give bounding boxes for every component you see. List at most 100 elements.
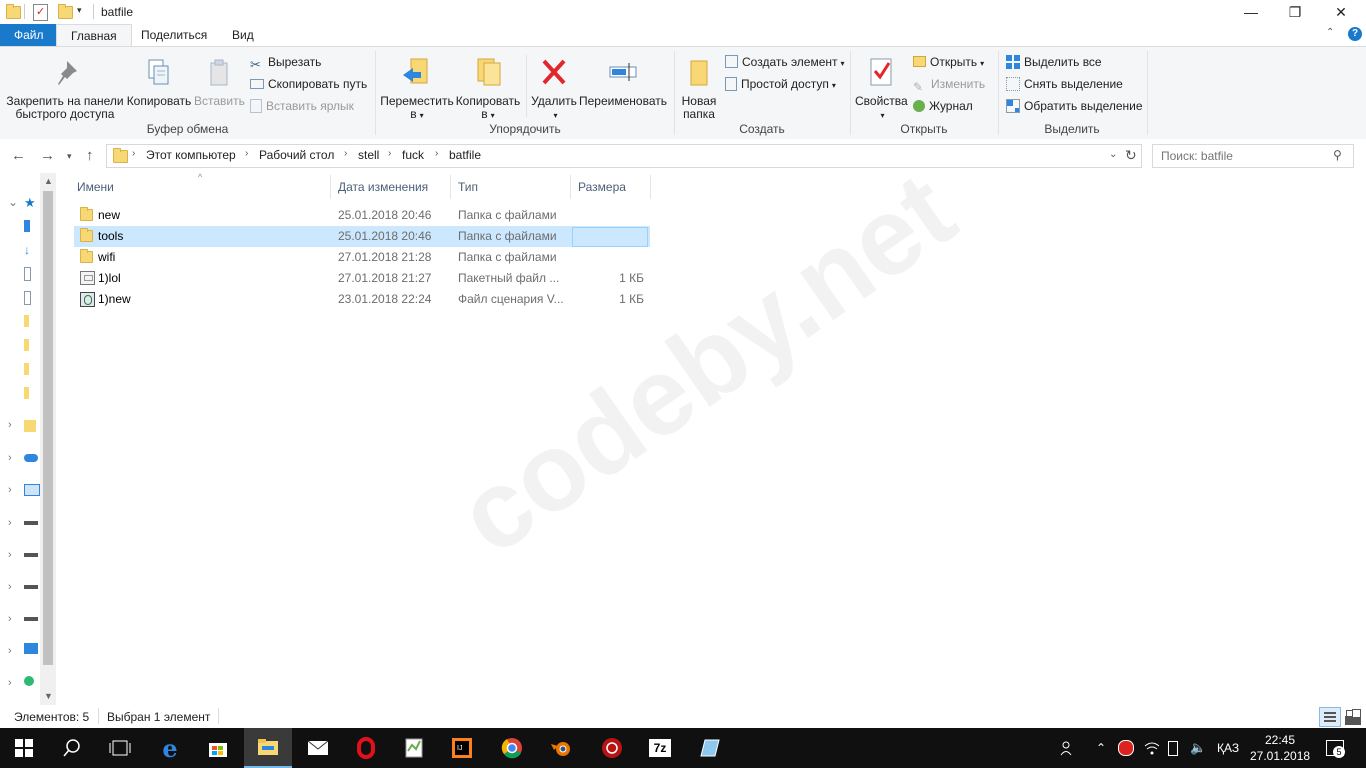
help-icon[interactable]: ? (1348, 27, 1362, 41)
this-pc-icon[interactable] (24, 484, 40, 496)
column-header-date[interactable]: Дата изменения (338, 180, 428, 194)
expand-chevron-icon[interactable]: › (8, 645, 12, 657)
forward-arrow-icon[interactable]: → (40, 147, 55, 164)
back-arrow-icon[interactable]: ← (11, 147, 26, 164)
history-button[interactable]: Журнал (913, 96, 973, 116)
easy-access-button[interactable]: Простой доступ ▾ (725, 74, 836, 94)
expand-chevron-icon[interactable]: › (8, 484, 12, 496)
minimize-button[interactable]: — (1228, 0, 1274, 24)
select-none-button[interactable]: Снять выделение (1006, 74, 1123, 94)
expand-chevron-icon[interactable]: › (8, 677, 12, 689)
homegroup-icon[interactable] (24, 676, 34, 686)
store-icon[interactable] (194, 728, 242, 768)
tray-app-red-icon[interactable] (1118, 728, 1134, 768)
address-dropdown-icon[interactable]: ⌄ (1109, 149, 1117, 160)
tab-share[interactable]: Поделиться (127, 24, 221, 46)
column-header-name[interactable]: Имени (77, 180, 114, 194)
move-to-button[interactable]: Переместить в ▾ (380, 57, 454, 122)
action-center-icon[interactable]: 5 (1326, 728, 1345, 768)
column-header-type[interactable]: Тип (458, 180, 478, 194)
properties-button[interactable]: Свойства ▾ (855, 57, 908, 122)
expand-chevron-icon[interactable]: › (8, 419, 12, 431)
file-row[interactable]: 1)new 23.01.2018 22:24 Файл сценария V..… (74, 289, 650, 310)
select-all-button[interactable]: Выделить все (1006, 52, 1102, 72)
opera-icon[interactable] (342, 728, 390, 768)
breadcrumb-fuck[interactable]: fuck (402, 148, 424, 162)
breadcrumb-this-pc[interactable]: Этот компьютер (146, 148, 236, 162)
wifi-icon[interactable] (1144, 728, 1160, 768)
app-red-icon[interactable] (588, 728, 636, 768)
pictures-pin-icon[interactable] (24, 291, 31, 305)
onedrive-cloud-icon[interactable] (24, 454, 38, 462)
notepad-plus-icon[interactable] (390, 728, 438, 768)
drive-icon[interactable] (24, 521, 38, 525)
tab-home[interactable]: Главная (56, 24, 132, 47)
desktop-pin-icon[interactable] (24, 220, 30, 232)
breadcrumb-desktop[interactable]: Рабочий стол (259, 148, 334, 162)
quick-access-dropdown-icon[interactable]: ▾ (77, 5, 82, 16)
people-icon[interactable] (1060, 728, 1076, 768)
file-row[interactable]: new 25.01.2018 20:46 Папка с файлами (74, 205, 650, 226)
drive-icon[interactable] (24, 553, 38, 557)
drive-icon[interactable] (24, 585, 38, 589)
task-view-icon[interactable] (96, 728, 144, 768)
refresh-icon[interactable]: ↻ (1125, 147, 1137, 164)
new-item-button[interactable]: Создать элемент ▾ (725, 52, 845, 72)
documents-pin-icon[interactable] (24, 267, 31, 281)
rename-button[interactable]: Переименовать (578, 57, 668, 108)
file-explorer-icon[interactable] (244, 728, 292, 768)
expand-chevron-icon[interactable]: › (8, 452, 12, 464)
file-row-selected[interactable]: tools 25.01.2018 20:46 Папка с файлами (74, 226, 650, 247)
cut-button[interactable]: ✂ Вырезать (250, 52, 321, 72)
copy-to-button[interactable]: Копировать в ▾ (454, 57, 522, 122)
column-header-size[interactable]: Размера (578, 180, 626, 194)
copy-button[interactable]: Копировать (126, 57, 192, 108)
battery-icon[interactable] (1168, 728, 1178, 768)
scroll-up-icon[interactable]: ▲ (44, 176, 53, 186)
folder-pin-icon[interactable] (24, 363, 29, 375)
chrome-icon[interactable] (488, 728, 536, 768)
close-button[interactable]: ✕ (1318, 0, 1364, 24)
maximize-button[interactable]: ❐ (1272, 0, 1318, 24)
tab-view[interactable]: Вид (218, 24, 268, 46)
blender-icon[interactable] (538, 728, 586, 768)
search-box[interactable]: ⚲ (1152, 144, 1354, 168)
search-input[interactable] (1159, 147, 1333, 165)
folder-pin-icon[interactable] (24, 339, 29, 351)
details-view-icon[interactable] (1319, 707, 1341, 727)
app-blue-icon[interactable] (686, 728, 734, 768)
navigation-pane-scrollbar[interactable]: ▲ ▼ (40, 173, 56, 705)
expand-quick-access-icon[interactable]: ⌄ (8, 195, 18, 209)
open-button[interactable]: Открыть ▾ (913, 52, 984, 72)
pin-quick-access-button[interactable]: Закрепить на панели быстрого доступа (4, 57, 126, 121)
downloads-pin-icon[interactable]: ↓ (24, 243, 38, 257)
expand-chevron-icon[interactable]: › (8, 549, 12, 561)
quick-access-star-icon[interactable]: ★ (24, 195, 38, 210)
new-folder-quick-icon[interactable] (58, 4, 73, 19)
breadcrumb-stell[interactable]: stell (358, 148, 379, 162)
scrollbar-thumb[interactable] (43, 191, 53, 665)
invert-selection-button[interactable]: Обратить выделение (1006, 96, 1143, 116)
expand-chevron-icon[interactable]: › (8, 613, 12, 625)
address-bar[interactable]: › Этот компьютер › Рабочий стол › stell … (106, 144, 1142, 168)
clock[interactable]: 22:45 27.01.2018 (1250, 730, 1310, 766)
collapse-ribbon-icon[interactable]: ⌃ (1326, 27, 1334, 38)
folder-pin-icon[interactable] (24, 315, 29, 327)
volume-icon[interactable]: 🔈 (1190, 728, 1206, 768)
up-arrow-icon[interactable]: ↑ (86, 147, 94, 164)
delete-button[interactable]: Удалить ▾ (530, 57, 578, 122)
paste-button[interactable]: Вставить (194, 57, 245, 108)
edit-button[interactable]: ✎ Изменить (913, 74, 985, 94)
tab-file[interactable]: Файл (0, 24, 56, 46)
scroll-down-icon[interactable]: ▼ (44, 691, 53, 701)
folder-icon[interactable] (24, 420, 36, 432)
paste-shortcut-button[interactable]: Вставить ярлык (250, 96, 354, 116)
drive-icon[interactable] (24, 617, 38, 621)
start-windows-icon[interactable] (0, 728, 48, 768)
file-row[interactable]: 1)lol 27.01.2018 21:27 Пакетный файл ...… (74, 268, 650, 289)
properties-quick-icon[interactable]: ✓ (33, 4, 48, 21)
recent-locations-icon[interactable]: ▾ (67, 151, 72, 162)
mail-icon[interactable] (294, 728, 342, 768)
expand-chevron-icon[interactable]: › (8, 517, 12, 529)
intellij-icon[interactable]: IJ (438, 728, 486, 768)
